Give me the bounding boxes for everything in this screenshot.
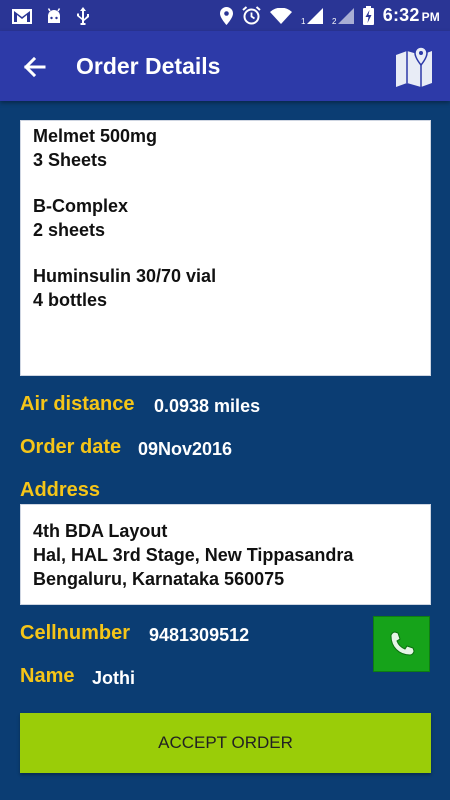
address-line: Bengaluru, Karnataka 560075 (33, 569, 285, 589)
svg-text:1: 1 (301, 17, 306, 24)
order-item-name: B-Complex (33, 196, 129, 216)
signal-2-icon: 2 (332, 8, 354, 24)
map-icon (396, 46, 432, 87)
page-title: Order Details (76, 53, 221, 79)
order-date-value: 09Nov2016 (138, 439, 233, 459)
gmail-icon (12, 8, 32, 24)
order-item-name: Melmet 500mg (33, 126, 158, 146)
wifi-icon (269, 7, 292, 24)
app-bar: Order Details (0, 31, 450, 101)
phone-icon (389, 631, 415, 656)
location-icon (219, 6, 233, 25)
status-ampm: PM (421, 10, 440, 24)
map-button[interactable] (393, 45, 435, 87)
address-line: 4th BDA Layout (33, 521, 168, 541)
status-system: 1 2 6:32 PM (219, 5, 440, 26)
usb-icon (77, 7, 89, 25)
order-item-quantity: 3 Sheets (33, 149, 108, 170)
cellnumber-label: Cellnumber (20, 622, 131, 644)
order-item: Huminsulin 30/70 vial 4 bottles (33, 265, 418, 312)
battery-charging-icon (362, 6, 374, 25)
order-date-label: Order date (20, 436, 122, 458)
cellnumber-value: 9481309512 (149, 625, 250, 645)
name-value: Jothi (92, 668, 135, 688)
order-item-quantity: 4 bottles (33, 289, 108, 310)
alarm-icon (242, 6, 261, 25)
back-button[interactable] (20, 52, 50, 82)
android-icon (47, 7, 61, 23)
status-time: 6:32 (382, 5, 420, 25)
order-item: B-Complex 2 sheets (33, 195, 418, 242)
svg-text:2: 2 (332, 17, 337, 24)
status-clock: 6:32 PM (383, 5, 440, 26)
address-line: Hal, HAL 3rd Stage, New Tippasandra (33, 545, 354, 565)
address-box: 4th BDA Layout Hal, HAL 3rd Stage, New T… (20, 504, 431, 605)
order-item: Melmet 500mg 3 Sheets (33, 125, 418, 172)
order-item-quantity: 2 sheets (33, 219, 106, 240)
arrow-left-icon (23, 56, 46, 78)
call-button[interactable] (373, 616, 430, 672)
air-distance-label: Air distance (20, 393, 135, 415)
status-bar: 1 2 6:32 PM (0, 0, 450, 31)
order-item-name: Huminsulin 30/70 vial (33, 266, 217, 286)
address-label: Address (20, 479, 101, 501)
status-notifications (12, 7, 90, 25)
order-items-box: Melmet 500mg 3 Sheets B-Complex 2 sheets… (20, 120, 431, 376)
signal-1-icon: 1 (301, 8, 323, 24)
name-label: Name (20, 665, 75, 687)
accept-order-button[interactable]: ACCEPT ORDER (20, 713, 431, 773)
air-distance-value: 0.0938 miles (154, 396, 261, 416)
